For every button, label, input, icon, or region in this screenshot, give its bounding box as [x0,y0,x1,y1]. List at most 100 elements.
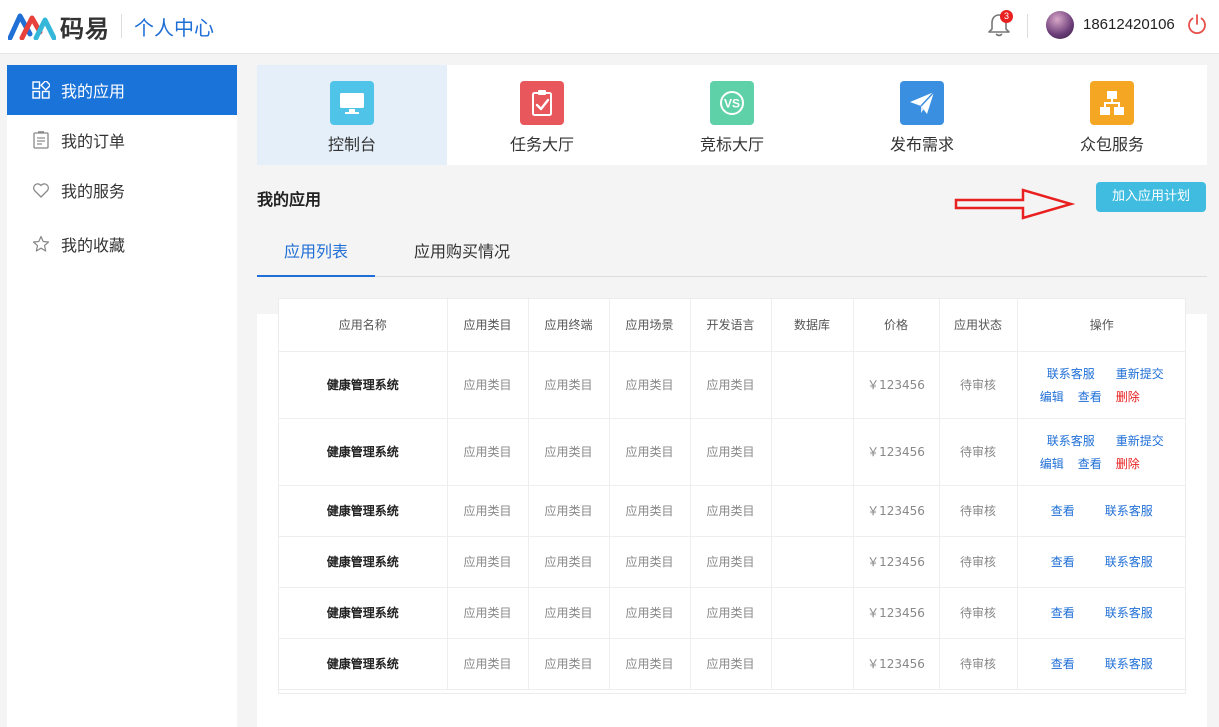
actions-second-line: 编辑 查看 [1040,455,1102,472]
view-link[interactable]: 查看 [1051,604,1075,621]
status-cell: 待审核 [939,351,1018,419]
view-link[interactable]: 查看 [1078,455,1102,472]
price-cell: ￥123456 [853,536,940,588]
app-table: 应用名称 应用类目 应用终端 应用场景 开发语言 数据库 价格 应用状态 操作 … [278,298,1186,694]
clipboard-icon [520,81,564,125]
app-name-cell: 健康管理系统 [279,638,448,690]
delete-link[interactable]: 删除 [1116,455,1140,472]
view-link[interactable]: 查看 [1051,502,1075,519]
header-divider [1027,14,1028,38]
contact-support-link[interactable]: 联系客服 [1040,432,1102,449]
terminal-cell: 应用类目 [528,638,610,690]
sidebar-item-my-apps[interactable]: 我的应用 [7,65,237,115]
nav-publish-demand[interactable]: 发布需求 [827,65,1017,165]
database-cell [771,485,854,537]
nav-bidding-hall[interactable]: VS 竞标大厅 [637,65,827,165]
nav-label: 众包服务 [1079,135,1144,154]
nav-label: 任务大厅 [509,135,574,154]
heart-icon [33,183,49,198]
username[interactable]: 18612420106 [1083,16,1175,33]
status-cell: 待审核 [939,587,1018,639]
resubmit-link[interactable]: 重新提交 [1116,365,1164,382]
contact-support-link[interactable]: 联系客服 [1105,502,1153,519]
contact-support-link[interactable]: 联系客服 [1105,655,1153,672]
sidebar-item-my-services[interactable]: 我的服务 [7,165,237,215]
avatar[interactable] [1046,11,1074,39]
star-icon [32,235,50,252]
nav-task-hall[interactable]: 任务大厅 [447,65,637,165]
nav-console[interactable]: 控制台 [257,65,447,165]
tab-app-purchases[interactable]: 应用购买情况 [414,230,510,277]
category-cell: 应用类目 [447,418,529,486]
database-cell [771,351,854,419]
table-row: 健康管理系统 应用类目 应用类目 应用类目 应用类目 ￥123456 待审核 查… [279,536,1186,588]
nav-label: 控制台 [327,135,376,154]
nav-crowdsourcing[interactable]: 众包服务 [1017,65,1207,165]
terminal-cell: 应用类目 [528,536,610,588]
status-cell: 待审核 [939,485,1018,537]
category-cell: 应用类目 [447,536,529,588]
column-header: 价格 [853,299,940,352]
contact-support-link[interactable]: 联系客服 [1105,604,1153,621]
actions-second-line: 编辑 查看 [1040,388,1102,405]
scene-cell: 应用类目 [609,587,691,639]
column-header: 应用终端 [528,299,610,352]
nav-label: 竞标大厅 [699,135,764,154]
actions-cell: 查看 联系客服 [1017,536,1186,588]
database-cell [771,418,854,486]
monitor-icon [330,81,374,125]
delete-link[interactable]: 删除 [1116,388,1140,405]
vs-icon: VS [710,81,754,125]
table-header-row: 应用名称 应用类目 应用终端 应用场景 开发语言 数据库 价格 应用状态 操作 [279,299,1186,352]
column-header: 开发语言 [690,299,772,352]
category-cell: 应用类目 [447,485,529,537]
table-row: 健康管理系统 应用类目 应用类目 应用类目 应用类目 ￥123456 待审核 查… [279,638,1186,690]
app-name-cell: 健康管理系统 [279,485,448,537]
tab-app-list[interactable]: 应用列表 [257,230,375,277]
table-row: 健康管理系统 应用类目 应用类目 应用类目 应用类目 ￥123456 待审核 联… [279,418,1186,486]
column-header: 操作 [1017,299,1186,352]
edit-link[interactable]: 编辑 [1040,455,1064,472]
category-cell: 应用类目 [447,351,529,419]
database-cell [771,536,854,588]
header-divider [121,14,122,38]
resubmit-link[interactable]: 重新提交 [1116,432,1164,449]
logo[interactable]: 码易 [8,10,110,43]
status-cell: 待审核 [939,418,1018,486]
join-app-plan-button[interactable]: 加入应用计划 [1096,182,1206,212]
power-icon[interactable] [1186,13,1208,35]
category-cell: 应用类目 [447,638,529,690]
contact-support-link[interactable]: 联系客服 [1040,365,1102,382]
column-header: 应用类目 [447,299,529,352]
price-cell: ￥123456 [853,587,940,639]
view-link[interactable]: 查看 [1078,388,1102,405]
svg-text:VS: VS [724,97,740,111]
actions-cell: 联系客服 重新提交 编辑 查看 删除 [1017,351,1186,419]
tab-bar: 应用列表 应用购买情况 [257,230,1207,277]
sidebar-item-label: 我的应用 [61,82,126,101]
nav-label: 发布需求 [889,135,954,154]
apps-icon [32,81,50,99]
category-cell: 应用类目 [447,587,529,639]
language-cell: 应用类目 [690,587,772,639]
section-title: 我的应用 [257,190,322,209]
app-name-cell: 健康管理系统 [279,587,448,639]
scene-cell: 应用类目 [609,351,691,419]
terminal-cell: 应用类目 [528,418,610,486]
app-name-cell: 健康管理系统 [279,536,448,588]
edit-link[interactable]: 编辑 [1040,388,1064,405]
view-link[interactable]: 查看 [1051,553,1075,570]
language-cell: 应用类目 [690,418,772,486]
notification-badge: 3 [1000,10,1013,23]
sidebar-item-my-favorites[interactable]: 我的收藏 [7,219,237,269]
database-cell [771,587,854,639]
app-name-cell: 健康管理系统 [279,418,448,486]
actions-cell: 查看 联系客服 [1017,638,1186,690]
contact-support-link[interactable]: 联系客服 [1105,553,1153,570]
scene-cell: 应用类目 [609,485,691,537]
language-cell: 应用类目 [690,536,772,588]
top-header: 码易 个人中心 3 18612420106 [0,0,1219,54]
sidebar-item-my-orders[interactable]: 我的订单 [7,115,237,165]
view-link[interactable]: 查看 [1051,655,1075,672]
scene-cell: 应用类目 [609,536,691,588]
